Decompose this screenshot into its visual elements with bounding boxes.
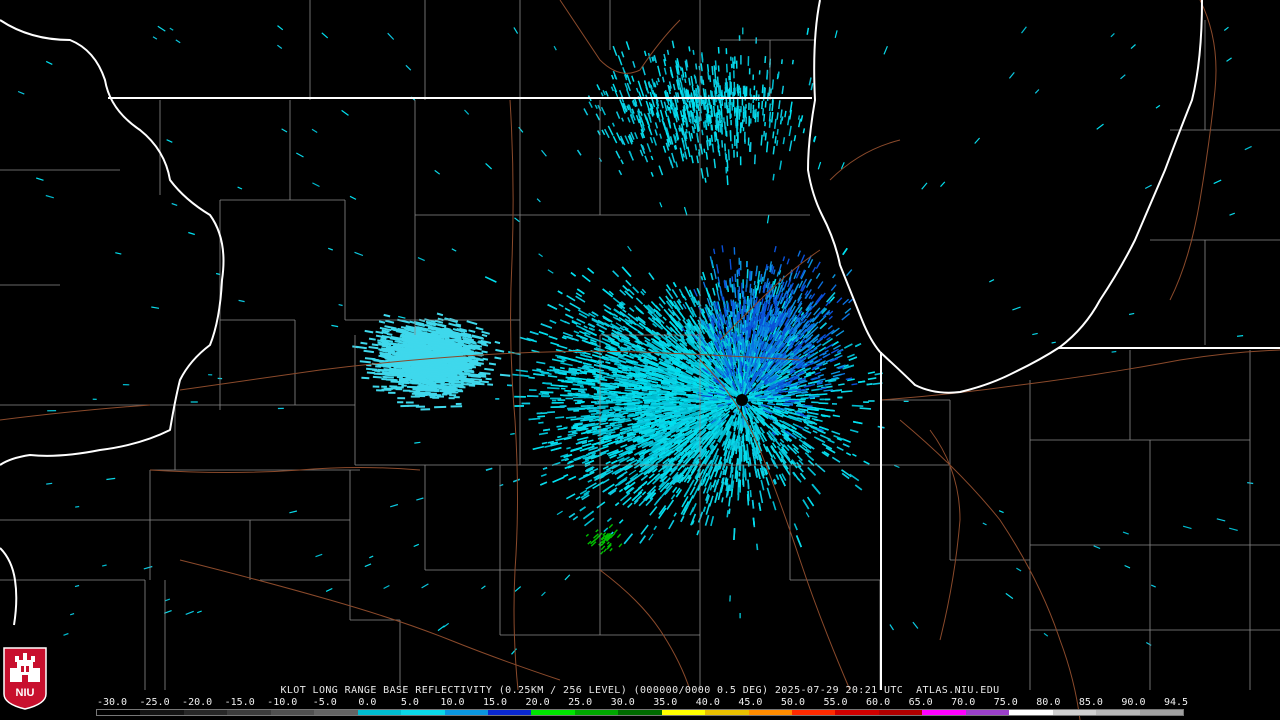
scale-tick-label: 30.0 <box>610 697 635 708</box>
scale-swatch <box>705 710 749 715</box>
scale-tick-label: 75.0 <box>993 697 1018 708</box>
scale-tick-label: 80.0 <box>1036 697 1061 708</box>
scale-tick-label: 20.0 <box>525 697 550 708</box>
scale-tick-label: 85.0 <box>1078 697 1103 708</box>
radar-map <box>0 0 1280 720</box>
scale-swatch <box>183 710 228 715</box>
scale-swatch <box>401 710 445 715</box>
scale-swatch <box>574 710 619 715</box>
scale-swatch <box>314 710 358 715</box>
scale-tick-label: 60.0 <box>866 697 891 708</box>
scale-swatch <box>1009 710 1053 715</box>
scale-swatch <box>270 710 315 715</box>
scale-tick-label: -20.0 <box>182 697 213 708</box>
scale-swatch <box>1139 710 1183 715</box>
scale-swatch <box>487 710 532 715</box>
scale-swatch <box>1052 710 1097 715</box>
scale-tick-label: 94.5 <box>1163 697 1189 708</box>
scale-tick-label: 55.0 <box>823 697 848 708</box>
scale-swatch <box>531 710 575 715</box>
scale-swatch <box>878 710 923 715</box>
scale-swatch <box>748 710 792 715</box>
color-scale-labels: -30.0 -25.0 -20.0 -15.0 -10.0 -5.0 0.0 5.0 10.0 1… <box>0 697 1280 709</box>
scale-swatch <box>835 710 879 715</box>
scale-swatch <box>444 710 488 715</box>
scale-swatch <box>618 710 662 715</box>
scale-swatch <box>227 710 271 715</box>
scale-tick-label: 5.0 <box>400 697 419 708</box>
scale-tick-label: -30.0 <box>96 697 128 708</box>
product-caption: KLOT LONG RANGE BASE REFLECTIVITY (0.25K… <box>280 685 1000 696</box>
scale-swatch <box>357 710 402 715</box>
scale-tick-label: 35.0 <box>653 697 678 708</box>
scale-tick-label: 50.0 <box>780 697 805 708</box>
scale-swatch <box>1096 710 1140 715</box>
scale-tick-label: 40.0 <box>695 697 720 708</box>
scale-tick-label: 15.0 <box>482 697 508 708</box>
scale-swatch <box>922 710 966 715</box>
scale-tick-label: -5.0 <box>312 697 337 708</box>
scale-swatch <box>661 710 706 715</box>
scale-swatch <box>140 710 184 715</box>
scale-tick-label: -10.0 <box>267 697 298 708</box>
radar-site-marker <box>736 394 748 406</box>
scale-tick-label: -25.0 <box>139 697 170 708</box>
color-scale-bar <box>96 709 1184 716</box>
scale-tick-label: 10.0 <box>440 697 465 708</box>
scale-swatch <box>792 710 836 715</box>
scale-tick-label: 65.0 <box>908 697 933 708</box>
scale-tick-label: -15.0 <box>224 697 255 708</box>
scale-tick-label: 45.0 <box>738 697 763 708</box>
scale-swatch <box>97 710 141 715</box>
scale-tick-label: 90.0 <box>1121 697 1146 708</box>
scale-tick-label: 25.0 <box>568 697 593 708</box>
scale-swatch <box>965 710 1010 715</box>
scale-tick-label: 70.0 <box>951 697 976 708</box>
scale-tick-label: 0.0 <box>358 697 377 708</box>
